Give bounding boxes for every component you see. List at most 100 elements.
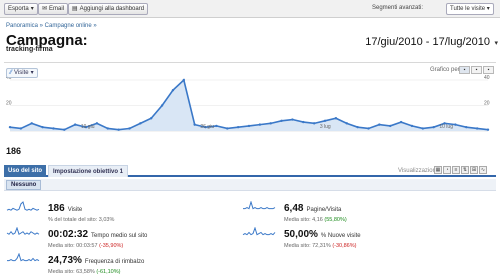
- data-point: [356, 125, 359, 129]
- sparkline-path: [6, 201, 40, 211]
- data-point: [345, 122, 348, 125]
- view-table-button[interactable]: ▦: [434, 166, 442, 174]
- data-point: [334, 117, 338, 120]
- graph-by-week-button[interactable]: ▪: [471, 66, 482, 74]
- data-point: [323, 119, 327, 123]
- graph-by-label: Grafico per:: [430, 67, 462, 73]
- stat-time: 00:02:32 Tempo medio sul sito Media sito:…: [48, 224, 147, 249]
- view-pivot-button[interactable]: ⊞: [470, 166, 478, 174]
- data-point: [486, 128, 490, 131]
- data-point: [30, 122, 33, 125]
- data-point: [171, 89, 175, 92]
- tab-goal-set-1[interactable]: Impostazione obiettivo 1: [48, 165, 129, 177]
- data-point: [312, 122, 316, 125]
- graph-by-buttons: ▪ ▪ ▪: [459, 66, 494, 74]
- month-icon: ▪: [487, 67, 490, 73]
- data-point: [421, 127, 425, 130]
- data-point: [432, 125, 435, 129]
- data-point: [226, 127, 229, 130]
- view-performance-button[interactable]: ≡: [452, 166, 460, 174]
- data-point: [52, 127, 55, 130]
- sparkline-path: [6, 227, 40, 236]
- view-sparkline-button[interactable]: ∿: [479, 166, 487, 174]
- table-icon: ▦: [435, 167, 441, 173]
- sparkline-path: [7, 253, 40, 262]
- view-buttons: ▦ ◔ ≡ ⇅ ⊞ ∿: [434, 166, 487, 174]
- data-point: [389, 124, 392, 128]
- time-value: 00:02:32: [48, 229, 89, 240]
- data-point: [215, 124, 218, 128]
- y-tick-label-right: 20: [484, 101, 490, 107]
- bounce-sparkline: [7, 253, 40, 262]
- x-tick-label: 26 giu: [200, 124, 214, 130]
- data-point: [73, 123, 77, 126]
- compare-icon: ⇅: [462, 167, 468, 173]
- time-sparkline: [6, 227, 40, 236]
- metric-select[interactable]: ⁄⁄ Visite ▾: [6, 68, 38, 78]
- new-visits-label: % Nuove visite: [320, 233, 361, 239]
- bounce-label: Frequenza di rimbalzo: [84, 259, 145, 265]
- data-point: [128, 127, 131, 130]
- x-tick-label: 3 lug: [320, 124, 331, 130]
- y-tick-label-right: 40: [484, 75, 490, 81]
- bars-icon: ≡: [454, 167, 458, 173]
- visits-sparkline: [6, 201, 40, 211]
- data-point: [63, 128, 66, 131]
- x-tick-label: 10 lug: [439, 124, 453, 130]
- x-tick-label: 19 giu: [81, 124, 95, 130]
- visits-sub: % del totale del sito: 3,03%: [48, 217, 115, 223]
- bounce-value: 24,73%: [48, 255, 82, 266]
- new-visits-delta: (-30,86%): [332, 243, 357, 249]
- sparkline-path: [243, 201, 276, 210]
- stat-visits: 186 Visite % del totale del sito: 3,03%: [48, 198, 114, 223]
- sparkline-path: [242, 227, 276, 236]
- series-line: [9, 78, 489, 131]
- data-point: [139, 122, 142, 125]
- visits-label: Visite: [67, 207, 83, 213]
- stat-bounce: 24,73% Frequenza di rimbalzo Media sito: …: [48, 250, 144, 275]
- segment-none-button[interactable]: Nessuno: [6, 180, 42, 190]
- week-icon: ▪: [475, 67, 478, 73]
- graph-by-month-button[interactable]: ▪: [483, 66, 494, 74]
- view-percent-button[interactable]: ◔: [443, 166, 451, 174]
- time-delta: (-35,90%): [99, 243, 124, 249]
- data-point: [465, 125, 468, 129]
- data-point: [117, 128, 120, 131]
- data-point: [193, 123, 196, 126]
- segment-subbar: [4, 179, 496, 191]
- data-point: [291, 118, 294, 121]
- bounce-sub: Media sito: 63,58%: [48, 269, 95, 275]
- data-point: [258, 123, 262, 126]
- new-visits-value: 50,00%: [284, 229, 318, 240]
- day-icon: ▪: [463, 67, 466, 73]
- view-compare-button[interactable]: ⇅: [461, 166, 469, 174]
- data-point: [150, 117, 153, 120]
- pages-sparkline: [243, 201, 276, 210]
- data-point: [410, 124, 414, 128]
- y-tick-label: 20: [6, 101, 12, 107]
- pages-sub: Media sito: 4,16: [284, 217, 323, 223]
- data-point: [182, 78, 186, 82]
- sparkline-icon: ∿: [480, 167, 486, 173]
- bounce-delta: (-61,10%): [96, 269, 121, 275]
- data-point: [8, 125, 12, 129]
- line-chart-icon: ⁄⁄: [10, 70, 13, 76]
- data-point: [269, 122, 272, 125]
- chevron-down-icon: ▾: [30, 70, 34, 76]
- new-visits-sub: Media sito: 72,31%: [284, 243, 331, 249]
- data-point: [302, 120, 305, 124]
- graph-by-day-button[interactable]: ▪: [459, 66, 470, 74]
- pages-delta: (55,80%): [324, 217, 347, 223]
- tab-site-usage[interactable]: Uso del sito: [4, 165, 47, 177]
- data-point: [19, 127, 23, 130]
- data-point: [280, 119, 283, 123]
- metric-label: Visite: [14, 70, 29, 76]
- pivot-icon: ⊞: [471, 167, 477, 173]
- stat-new-visits: 50,00%% Nuove visite Media sito: 72,31% …: [284, 224, 361, 249]
- total-visits: 186: [6, 146, 22, 156]
- new-visits-sparkline: [242, 227, 276, 236]
- data-point: [367, 127, 370, 130]
- data-point: [95, 122, 99, 125]
- data-point: [399, 120, 403, 124]
- data-point: [160, 104, 164, 107]
